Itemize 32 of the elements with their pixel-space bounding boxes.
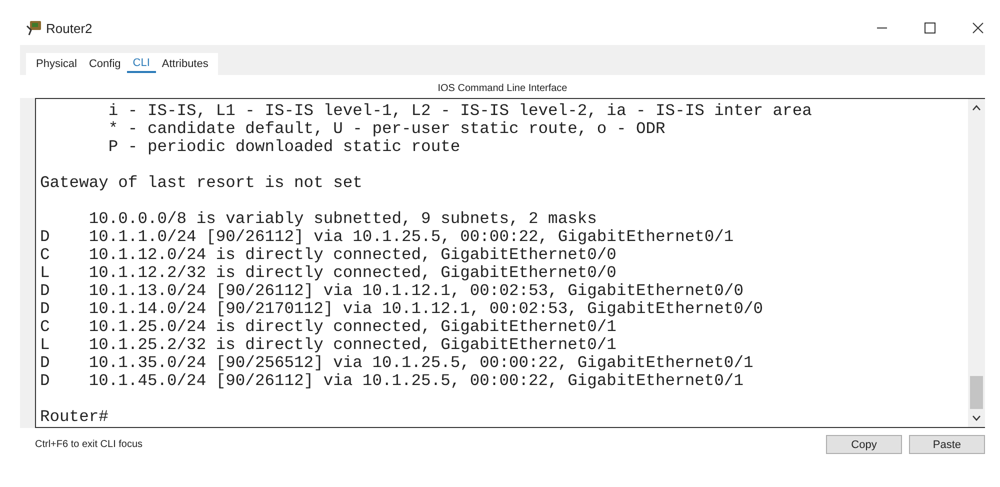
cli-heading: IOS Command Line Interface [20,75,985,98]
terminal-line: C 10.1.12.0/24 is directly connected, GigabitEthernet0/0 [40,245,616,264]
terminal-line: P - periodic downloaded static route [107,137,460,156]
terminal-line: D 10.1.13.0/24 [90/26112] via 10.1.12.1, 00:02:53, GigabitEthernet0/0 [40,281,744,300]
scroll-up-icon[interactable] [972,105,981,111]
terminal-line: D 10.1.45.0/24 [90/26112] via 10.1.25.5, 00:00:22, GigabitEthernet0/1 [40,371,744,390]
tab[interactable]: Physical [30,55,83,73]
terminal-line: * - candidate default, U - per-user static route, o - ODR [107,119,666,138]
close-icon[interactable] [972,22,984,34]
window-title: Router2 [46,20,92,36]
maximize-icon[interactable] [924,22,936,34]
scroll-thumb[interactable] [970,376,983,409]
action-button[interactable]: Copy [826,435,902,454]
tab[interactable]: Attributes [156,55,214,73]
router-icon [26,20,42,36]
terminal-line: D 10.1.14.0/24 [90/2170112] via 10.1.12.1, 00:02:53, GigabitEthernet0/0 [40,299,764,318]
terminal-line: L 10.1.12.2/32 is directly connected, GigabitEthernet0/0 [40,263,616,282]
terminal-line: C 10.1.25.0/24 is directly connected, GigabitEthernet0/1 [40,317,616,336]
action-button[interactable]: Paste [909,435,985,454]
terminal-line: Router# [40,407,108,426]
terminal-line: L 10.1.25.2/32 is directly connected, GigabitEthernet0/1 [40,335,616,354]
scrollbar[interactable] [968,99,985,427]
terminal-line: D 10.1.35.0/24 [90/256512] via 10.1.25.5, 00:00:22, GigabitEthernet0/1 [40,353,754,372]
tab[interactable]: Config [82,55,127,73]
terminal-line: Gateway of last resort is not set [40,173,362,192]
terminal-line: 10.0.0.0/8 is variably subnetted, 9 subnets, 2 masks [88,209,597,228]
terminal-line: i - IS-IS, L1 - IS-IS level-1, L2 - IS-IS level-2, ia - IS-IS inter area [107,101,812,120]
scroll-down-icon[interactable] [972,415,981,421]
terminal-line: D 10.1.1.0/24 [90/26112] via 10.1.25.5, 00:00:22, GigabitEthernet0/1 [40,227,734,246]
focus-hint: Ctrl+F6 to exit CLI focus [35,439,143,450]
tab[interactable]: CLI [126,55,156,73]
terminal-area[interactable] [35,98,985,428]
